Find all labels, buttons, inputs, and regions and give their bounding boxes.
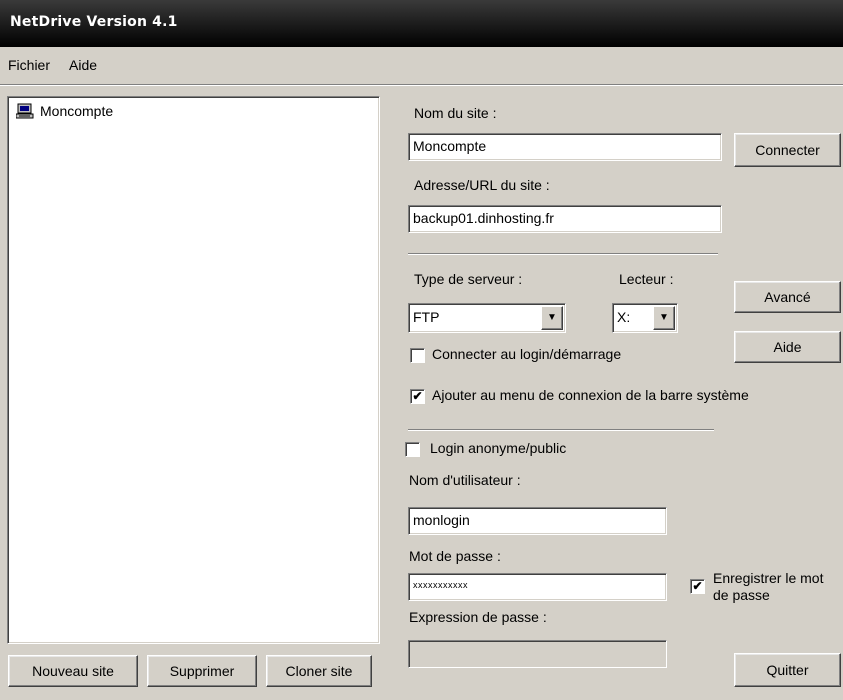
chevron-down-icon[interactable]: ▼ <box>653 306 675 330</box>
server-type-value: FTP <box>413 309 440 325</box>
drive-value: X: <box>617 309 631 325</box>
connect-at-login-checkbox[interactable] <box>410 348 425 363</box>
menu-aide[interactable]: Aide <box>69 57 97 73</box>
connect-button[interactable]: Connecter <box>734 133 841 167</box>
drive-select[interactable]: X: ▼ <box>612 303 678 333</box>
window-title: NetDrive Version 4.1 <box>10 14 178 30</box>
server-type-select[interactable]: FTP ▼ <box>408 303 566 333</box>
section-divider <box>408 253 718 255</box>
list-item[interactable]: Moncompte <box>16 103 113 119</box>
save-password-checkbox[interactable]: ✔ <box>690 579 705 594</box>
connect-at-login-label: Connecter au login/démarrage <box>432 346 622 362</box>
passphrase-label: Expression de passe : <box>409 609 547 625</box>
site-item-label: Moncompte <box>40 103 114 119</box>
save-password-label: Enregistrer le mot de passe <box>713 570 823 604</box>
new-site-button[interactable]: Nouveau site <box>8 655 138 687</box>
help-button[interactable]: Aide <box>734 331 841 363</box>
site-name-input[interactable]: Moncompte <box>408 133 722 161</box>
add-to-tray-label: Ajouter au menu de connexion de la barre… <box>432 387 749 403</box>
advanced-button[interactable]: Avancé <box>734 281 841 313</box>
url-value: backup01.dinhosting.fr <box>413 210 554 226</box>
add-to-tray-checkbox[interactable]: ✔ <box>410 389 425 404</box>
username-value: monlogin <box>413 512 470 528</box>
username-label: Nom d'utilisateur : <box>409 472 521 488</box>
passphrase-input[interactable] <box>408 640 667 668</box>
section-divider <box>408 429 714 431</box>
menu-fichier[interactable]: Fichier <box>8 57 50 73</box>
drive-label: Lecteur : <box>619 271 674 287</box>
anonymous-label: Login anonyme/public <box>430 440 567 456</box>
title-bar: NetDrive Version 4.1 <box>0 0 843 47</box>
quit-button[interactable]: Quitter <box>734 653 841 687</box>
save-password-label-line2: de passe <box>713 587 770 603</box>
clone-site-button[interactable]: Cloner site <box>266 655 372 687</box>
password-label: Mot de passe : <box>409 548 501 564</box>
password-value: xxxxxxxxxxx <box>413 580 468 590</box>
menu-bar: Fichier Aide <box>0 55 843 79</box>
chevron-down-icon[interactable]: ▼ <box>541 306 563 330</box>
server-type-label: Type de serveur : <box>414 271 523 287</box>
delete-button[interactable]: Supprimer <box>147 655 257 687</box>
username-input[interactable]: monlogin <box>408 507 667 535</box>
site-list[interactable]: Moncompte <box>7 96 380 644</box>
site-name-label: Nom du site : <box>414 105 497 121</box>
anonymous-checkbox[interactable] <box>405 442 420 457</box>
url-input[interactable]: backup01.dinhosting.fr <box>408 205 722 233</box>
computer-icon <box>16 103 34 119</box>
url-label: Adresse/URL du site : <box>414 177 550 193</box>
menu-divider <box>0 84 843 86</box>
site-name-value: Moncompte <box>413 138 487 154</box>
save-password-label-line1: Enregistrer le mot <box>713 570 824 586</box>
password-input[interactable]: xxxxxxxxxxx <box>408 573 667 601</box>
